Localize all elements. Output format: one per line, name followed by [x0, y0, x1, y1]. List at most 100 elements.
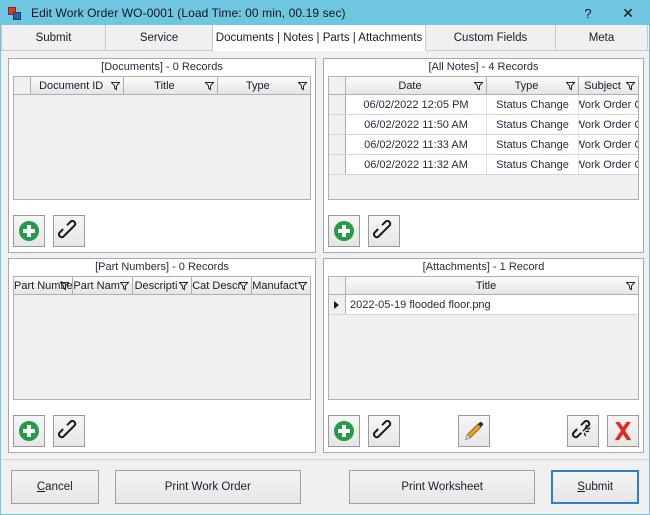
window-controls: ? ✕: [569, 1, 649, 25]
column-header-part-name[interactable]: Part Nam: [73, 277, 133, 294]
documents-panel: [Documents] - 0 Records Document ID Titl…: [8, 58, 316, 253]
notes-grid[interactable]: Date Type Subject 06/02/2022 12:05 PM St…: [328, 76, 639, 200]
cancel-accel: C: [36, 481, 46, 493]
column-header-title[interactable]: Title: [346, 277, 638, 294]
notes-grid-body[interactable]: 06/02/2022 12:05 PM Status Change Work O…: [329, 95, 638, 199]
tab-service[interactable]: Service: [106, 25, 213, 50]
current-row-arrow-icon: [334, 300, 339, 309]
documents-panel-title: [Documents] - 0 Records: [9, 59, 315, 76]
print-work-order-button[interactable]: Print Work Order: [114, 470, 301, 504]
pencil-icon: [465, 421, 484, 440]
cancel-button[interactable]: Cancel: [11, 470, 99, 504]
column-header-subject[interactable]: Subject: [579, 77, 638, 94]
part-numbers-link-button[interactable]: [53, 415, 85, 447]
column-header-date[interactable]: Date: [346, 77, 487, 94]
tab-submit[interactable]: Submit: [1, 25, 106, 50]
plus-circle-icon: [334, 221, 354, 241]
column-header-document-id[interactable]: Document ID: [31, 77, 125, 94]
filter-icon[interactable]: [566, 81, 575, 90]
print-worksheet-button[interactable]: Print Worksheet: [348, 470, 536, 504]
edit-work-order-window: Edit Work Order WO-0001 (Load Time: 00 m…: [0, 0, 650, 515]
broken-link-icon: [572, 420, 591, 439]
documents-toolbar: [13, 214, 311, 248]
link-icon: [58, 220, 77, 239]
tab-strip: Submit Service Documents | Notes | Parts…: [1, 25, 649, 51]
footer-button-bar: Cancel Print Work Order Print Worksheet …: [1, 459, 649, 514]
attachments-unlink-button[interactable]: [567, 415, 599, 447]
notes-add-button[interactable]: [328, 215, 360, 247]
column-header-cat-description[interactable]: Cat Descr: [192, 277, 252, 294]
filter-icon[interactable]: [204, 81, 214, 90]
attachments-grid-header: Title: [329, 277, 638, 295]
documents-grid[interactable]: Document ID Title Type: [13, 76, 311, 200]
submit-button[interactable]: Submit: [551, 470, 639, 504]
row-selector-cell[interactable]: [329, 95, 346, 114]
attachments-link-button[interactable]: [368, 415, 400, 447]
link-icon: [373, 420, 392, 439]
attachments-grid[interactable]: Title 2022-05-19 flooded floor.png: [328, 276, 639, 400]
filter-icon[interactable]: [119, 281, 129, 290]
notes-grid-header: Date Type Subject: [329, 77, 638, 95]
part-numbers-toolbar: [13, 414, 311, 448]
help-button[interactable]: ?: [569, 1, 607, 25]
cell-type: Status Change: [487, 155, 579, 174]
column-header-type[interactable]: Type: [487, 77, 579, 94]
attachments-panel: [Attachments] - 1 Record Title 2022-05-1…: [323, 258, 644, 453]
column-header-title[interactable]: Title: [124, 77, 218, 94]
part-numbers-panel-title: [Part Numbers] - 0 Records: [9, 259, 315, 276]
notes-toolbar: [328, 214, 639, 248]
filter-icon[interactable]: [179, 281, 189, 290]
table-row[interactable]: 06/02/2022 11:50 AM Status Change Work O…: [329, 115, 638, 135]
documents-add-button[interactable]: [13, 215, 45, 247]
row-selector-cell[interactable]: [329, 115, 346, 134]
filter-icon[interactable]: [626, 281, 635, 290]
link-icon: [373, 220, 392, 239]
attachments-add-button[interactable]: [328, 415, 360, 447]
part-numbers-grid[interactable]: Part Numbe Part Nam Descripti Cat Descr …: [13, 276, 311, 400]
filter-icon[interactable]: [238, 281, 248, 290]
cell-type: Status Change: [487, 115, 579, 134]
notes-link-button[interactable]: [368, 215, 400, 247]
attachments-edit-button[interactable]: [458, 415, 490, 447]
column-header-description[interactable]: Descripti: [132, 277, 193, 294]
attachments-grid-body[interactable]: 2022-05-19 flooded floor.png: [329, 295, 638, 399]
tab-documents-notes-parts-attachments[interactable]: Documents | Notes | Parts | Attachments: [213, 25, 426, 51]
row-selector-cell[interactable]: [329, 295, 346, 314]
tab-custom-fields[interactable]: Custom Fields: [426, 25, 556, 50]
tab-meta[interactable]: Meta: [556, 25, 648, 50]
row-selector-cell[interactable]: [329, 135, 346, 154]
close-button[interactable]: ✕: [607, 1, 649, 25]
part-numbers-add-button[interactable]: [13, 415, 45, 447]
cell-date: 06/02/2022 11:33 AM: [346, 135, 487, 154]
table-row[interactable]: 06/02/2022 12:05 PM Status Change Work O…: [329, 95, 638, 115]
table-row[interactable]: 2022-05-19 flooded floor.png: [329, 295, 638, 315]
column-header-manufacturer[interactable]: Manufact: [251, 277, 310, 294]
table-row[interactable]: 06/02/2022 11:32 AM Status Change Work O…: [329, 155, 638, 175]
tab-content-panel: [Documents] - 0 Records Document ID Titl…: [1, 51, 649, 459]
attachments-delete-button[interactable]: [607, 415, 639, 447]
documents-link-button[interactable]: [53, 215, 85, 247]
row-selector-cell[interactable]: [329, 155, 346, 174]
application-icon: [7, 5, 23, 21]
column-header-part-number[interactable]: Part Numbe: [14, 277, 74, 294]
filter-icon[interactable]: [297, 81, 307, 90]
attachments-toolbar: [328, 414, 639, 448]
column-header-type[interactable]: Type: [217, 77, 310, 94]
plus-circle-icon: [334, 421, 354, 441]
part-numbers-grid-body[interactable]: [14, 295, 310, 399]
part-numbers-grid-header: Part Numbe Part Nam Descripti Cat Descr …: [14, 277, 310, 295]
table-row[interactable]: 06/02/2022 11:33 AM Status Change Work O…: [329, 135, 638, 155]
filter-icon[interactable]: [626, 81, 635, 90]
cell-date: 06/02/2022 11:32 AM: [346, 155, 487, 174]
row-selector-column: [14, 77, 31, 94]
cell-subject: Work Order C: [579, 98, 638, 111]
filter-icon[interactable]: [60, 281, 70, 290]
documents-grid-body[interactable]: [14, 95, 310, 199]
cell-type: Status Change: [487, 95, 579, 114]
filter-icon[interactable]: [298, 281, 308, 290]
title-bar: Edit Work Order WO-0001 (Load Time: 00 m…: [1, 1, 649, 25]
filter-icon[interactable]: [111, 81, 121, 90]
cell-date: 06/02/2022 12:05 PM: [346, 95, 487, 114]
notes-panel-title: [All Notes] - 4 Records: [324, 59, 643, 76]
filter-icon[interactable]: [474, 81, 483, 90]
